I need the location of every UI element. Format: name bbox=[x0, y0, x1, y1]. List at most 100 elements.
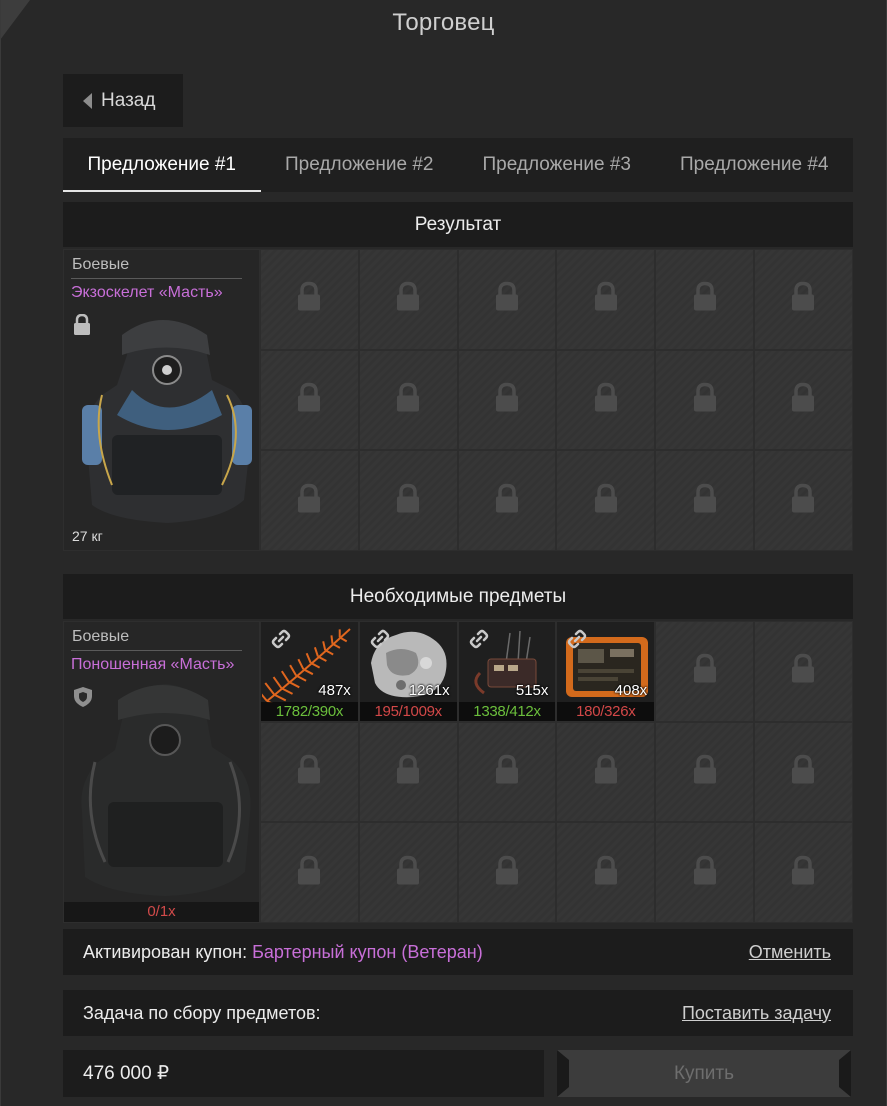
lock-icon bbox=[296, 855, 322, 890]
shield-icon bbox=[74, 687, 92, 707]
material-owned-count: 195/1009x bbox=[359, 701, 457, 721]
link-icon bbox=[567, 629, 587, 654]
coupon-name: Бартерный купон (Ветеран) bbox=[252, 941, 483, 962]
material-slot-rock[interactable]: 1261x 195/1009x bbox=[358, 621, 458, 722]
locked-slot[interactable] bbox=[457, 450, 557, 552]
coupon-bar: Активирован купон: Бартерный купон (Вете… bbox=[63, 929, 853, 975]
lock-icon bbox=[395, 282, 421, 317]
lock-icon bbox=[395, 855, 421, 890]
result-item-card[interactable]: Боевые Экзоскелет «Масть» 27 кг bbox=[63, 249, 260, 551]
locked-slot[interactable] bbox=[358, 822, 458, 924]
button-edge-left bbox=[557, 1050, 569, 1097]
coupon-label: Активирован купон: bbox=[83, 941, 248, 962]
material-count: 515x bbox=[515, 682, 549, 699]
buy-button[interactable]: Купить bbox=[557, 1050, 851, 1097]
lock-icon bbox=[74, 314, 90, 335]
lock-icon bbox=[395, 382, 421, 418]
lock-icon bbox=[593, 855, 619, 890]
locked-slot[interactable] bbox=[358, 349, 458, 451]
set-task-link[interactable]: Поставить задачу bbox=[682, 1003, 831, 1024]
cancel-coupon-link[interactable]: Отменить bbox=[749, 942, 831, 963]
lock-icon bbox=[494, 855, 520, 890]
locked-slot[interactable] bbox=[556, 249, 656, 350]
lock-icon bbox=[296, 483, 322, 518]
locked-slot[interactable] bbox=[753, 249, 853, 350]
material-count: 1261x bbox=[408, 682, 450, 699]
locked-slot[interactable] bbox=[655, 249, 754, 350]
locked-slot[interactable] bbox=[556, 721, 656, 823]
lock-icon bbox=[790, 754, 816, 790]
lock-icon bbox=[790, 483, 816, 518]
locked-slot[interactable] bbox=[260, 249, 359, 350]
locked-slot[interactable] bbox=[655, 721, 754, 823]
result-item-name: Экзоскелет «Масть» bbox=[71, 284, 223, 301]
result-item-category: Боевые bbox=[72, 256, 130, 273]
locked-slot[interactable] bbox=[753, 450, 853, 552]
locked-slot[interactable] bbox=[457, 822, 557, 924]
material-count: 408x bbox=[614, 682, 648, 699]
tab-offer-3[interactable]: Предложение #3 bbox=[458, 138, 656, 192]
price-field: 476 000 ₽ bbox=[63, 1050, 544, 1097]
lock-icon bbox=[790, 855, 816, 890]
lock-icon bbox=[296, 754, 322, 790]
lock-icon bbox=[593, 754, 619, 790]
exoskeleton-image bbox=[82, 320, 252, 523]
worn-exoskeleton-image bbox=[81, 684, 251, 896]
lock-icon bbox=[494, 282, 520, 317]
lock-icon bbox=[692, 282, 718, 317]
locked-slot[interactable] bbox=[260, 822, 359, 924]
lock-icon bbox=[692, 483, 718, 518]
material-owned-count: 180/326x bbox=[557, 701, 655, 721]
material-count: 487x bbox=[318, 682, 351, 699]
tab-offer-2[interactable]: Предложение #2 bbox=[261, 138, 459, 192]
material-owned-count: 1338/412x bbox=[458, 701, 556, 721]
back-arrow-icon bbox=[83, 92, 92, 109]
lock-icon bbox=[494, 754, 520, 790]
locked-slot[interactable] bbox=[457, 249, 557, 350]
tab-offer-1[interactable]: Предложение #1 bbox=[63, 138, 261, 192]
locked-slot[interactable] bbox=[457, 721, 557, 823]
locked-slot[interactable] bbox=[358, 721, 458, 823]
locked-slot[interactable] bbox=[655, 450, 754, 552]
lock-icon bbox=[494, 483, 520, 518]
locked-slot[interactable] bbox=[556, 822, 656, 924]
locked-slot[interactable] bbox=[556, 349, 656, 451]
locked-slot[interactable] bbox=[260, 721, 359, 823]
back-button[interactable]: Назад bbox=[63, 74, 183, 127]
locked-slot[interactable] bbox=[655, 349, 754, 451]
material-slot-device[interactable]: 515x 1338/412x bbox=[457, 621, 557, 722]
locked-slot[interactable] bbox=[457, 349, 557, 451]
window-title: Торговец bbox=[392, 9, 495, 36]
locked-slot[interactable] bbox=[753, 721, 853, 823]
required-item-card[interactable]: Боевые Поношенная «Масть» 0/1x bbox=[63, 621, 260, 923]
locked-slot[interactable] bbox=[753, 621, 853, 722]
locked-slot[interactable] bbox=[556, 450, 656, 552]
result-item-weight: 27 кг bbox=[72, 528, 103, 544]
buy-button-label: Купить bbox=[673, 1062, 735, 1084]
lock-icon bbox=[593, 382, 619, 418]
collect-task-bar: Задача по сбору предметов: Поставить зад… bbox=[63, 990, 853, 1036]
locked-slot[interactable] bbox=[260, 349, 359, 451]
lock-icon bbox=[790, 282, 816, 317]
result-header: Результат bbox=[63, 202, 853, 247]
lock-icon bbox=[395, 483, 421, 518]
locked-slot[interactable] bbox=[260, 450, 359, 552]
material-slot-fern[interactable]: 487x 1782/390x bbox=[256, 621, 359, 722]
locked-slot[interactable] bbox=[753, 349, 853, 451]
lock-icon bbox=[494, 382, 520, 418]
back-label: Назад bbox=[101, 89, 156, 111]
material-slot-tablet[interactable]: 408x 180/326x bbox=[556, 621, 656, 722]
result-slots-grid bbox=[260, 249, 853, 552]
required-item-category: Боевые bbox=[72, 628, 130, 645]
locked-slot[interactable] bbox=[753, 822, 853, 924]
locked-slot[interactable] bbox=[655, 822, 754, 924]
locked-slot[interactable] bbox=[358, 450, 458, 552]
required-item-name: Поношенная «Масть» bbox=[71, 656, 235, 673]
lock-icon bbox=[692, 855, 718, 890]
locked-slot[interactable] bbox=[358, 249, 458, 350]
lock-icon bbox=[296, 382, 322, 418]
material-owned-count: 1782/390x bbox=[261, 701, 358, 721]
tab-offer-4[interactable]: Предложение #4 bbox=[656, 138, 854, 192]
locked-slot[interactable] bbox=[655, 621, 754, 722]
offer-tabs: Предложение #1 Предложение #2 Предложени… bbox=[63, 138, 853, 192]
